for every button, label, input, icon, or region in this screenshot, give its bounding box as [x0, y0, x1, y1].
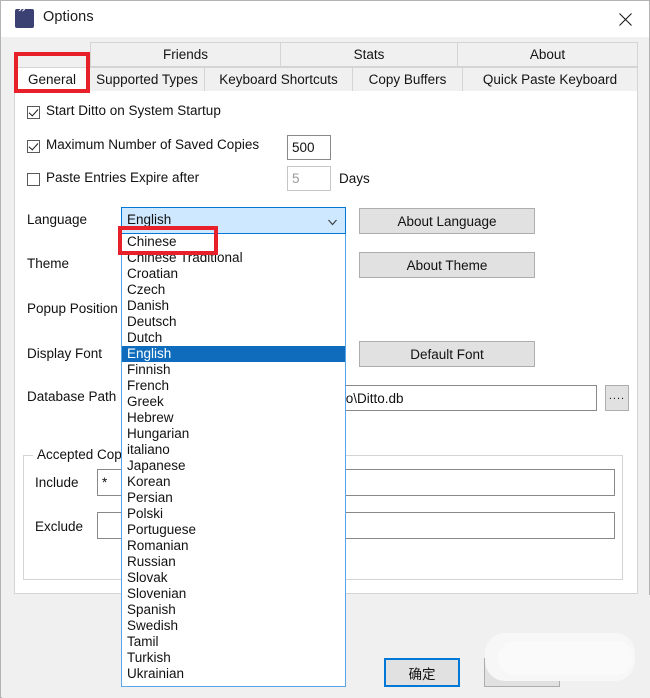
language-option[interactable]: Portuguese [122, 522, 345, 538]
window-title: Options [43, 9, 94, 25]
tab-general-label: General [27, 72, 77, 87]
tab-quick-paste-keyboard[interactable]: Quick Paste Keyboard [463, 67, 638, 92]
tab-copy-buffers-label: Copy Buffers [368, 72, 447, 87]
tab-general[interactable]: General [14, 67, 90, 92]
language-option[interactable]: Hungarian [122, 426, 345, 442]
language-option[interactable]: Tamil [122, 634, 345, 650]
display-font-label: Display Font [27, 346, 103, 361]
language-option[interactable]: Danish [122, 298, 345, 314]
database-path-input[interactable]: to\Ditto.db [337, 385, 597, 411]
tab-about-label: About [529, 47, 566, 62]
language-option[interactable]: French [122, 378, 345, 394]
language-option[interactable]: Ukrainian [122, 666, 345, 682]
tab-supported-types[interactable]: Supported Types [90, 67, 205, 92]
language-option[interactable]: Japanese [122, 458, 345, 474]
theme-label: Theme [27, 256, 70, 271]
language-option[interactable]: Korean [122, 474, 345, 490]
tab-keyboard-shortcuts-label: Keyboard Shortcuts [219, 72, 338, 87]
language-option[interactable]: Czech [122, 282, 345, 298]
language-option[interactable]: Swedish [122, 618, 345, 634]
exclude-label: Exclude [35, 519, 84, 534]
ok-button[interactable]: 确定 [384, 658, 460, 687]
language-option[interactable]: Croatian [122, 266, 345, 282]
language-option[interactable]: Turkish [122, 650, 345, 666]
start-on-startup-checkbox[interactable] [27, 106, 40, 119]
tab-copy-buffers[interactable]: Copy Buffers [353, 67, 463, 92]
about-language-button[interactable]: About Language [359, 208, 535, 234]
tab-row-top: Friends Stats About [14, 42, 638, 67]
tab-keyboard-shortcuts[interactable]: Keyboard Shortcuts [205, 67, 353, 92]
language-option[interactable]: Polski [122, 506, 345, 522]
options-dialog-screenshot: Options Friends Stats About [0, 0, 650, 698]
tab-about[interactable]: About [458, 42, 638, 67]
language-option[interactable]: Deutsch [122, 314, 345, 330]
language-option[interactable]: Hebrew [122, 410, 345, 426]
popup-position-label: Popup Position [27, 301, 118, 316]
ditto-quote-icon [15, 3, 34, 28]
max-copies-checkbox[interactable] [27, 140, 40, 153]
language-option[interactable]: Russian [122, 554, 345, 570]
close-button[interactable] [603, 1, 649, 37]
max-copies-label: Maximum Number of Saved Copies [46, 137, 260, 152]
database-path-label: Database Path [27, 389, 117, 404]
language-option[interactable]: Chinese Traditional [122, 250, 345, 266]
language-option[interactable]: English [122, 346, 345, 362]
language-option[interactable]: Slovenian [122, 586, 345, 602]
browse-database-path-button[interactable]: .... [605, 385, 629, 411]
tab-supported-types-label: Supported Types [96, 72, 198, 87]
expire-days-input[interactable]: 5 [287, 166, 331, 191]
tab-friends-label: Friends [162, 47, 208, 62]
language-option[interactable]: Finnish [122, 362, 345, 378]
start-on-startup-label: Start Ditto on System Startup [46, 103, 221, 118]
language-option[interactable]: Slovak [122, 570, 345, 586]
tab-friends[interactable]: Friends [90, 42, 281, 67]
language-option[interactable]: Dutch [122, 330, 345, 346]
tab-stats-label: Stats [353, 47, 385, 62]
language-option[interactable]: Persian [122, 490, 345, 506]
about-theme-button[interactable]: About Theme [359, 252, 535, 278]
tab-row-bottom: General Supported Types Keyboard Shortcu… [14, 67, 638, 92]
language-label: Language [27, 212, 88, 227]
language-combobox-value: English [127, 212, 172, 227]
include-label: Include [35, 475, 79, 490]
close-icon [619, 13, 632, 26]
language-option[interactable]: Spanish [122, 602, 345, 618]
language-option[interactable]: Romanian [122, 538, 345, 554]
tab-strip: Friends Stats About General Supported Ty… [14, 42, 638, 92]
max-copies-input[interactable]: 500 [287, 135, 331, 160]
default-font-button[interactable]: Default Font [359, 341, 535, 367]
language-dropdown-list[interactable]: Chinese Chinese Traditional Croatian Czech D… [121, 234, 346, 687]
language-combobox[interactable]: English [121, 207, 346, 234]
tab-stats[interactable]: Stats [281, 42, 458, 67]
title-bar: Options [1, 1, 649, 37]
language-option[interactable]: Greek [122, 394, 345, 410]
overlay-smudge-inner [498, 641, 633, 675]
options-window: Options Friends Stats About [0, 0, 650, 698]
language-option[interactable]: italiano [122, 442, 345, 458]
tab-quick-paste-keyboard-label: Quick Paste Keyboard [482, 72, 618, 87]
expire-after-checkbox[interactable] [27, 173, 40, 186]
chevron-down-icon [328, 219, 337, 226]
language-option[interactable]: Chinese [122, 234, 345, 250]
expire-after-label: Paste Entries Expire after [46, 170, 200, 185]
expire-days-unit-label: Days [339, 171, 370, 186]
